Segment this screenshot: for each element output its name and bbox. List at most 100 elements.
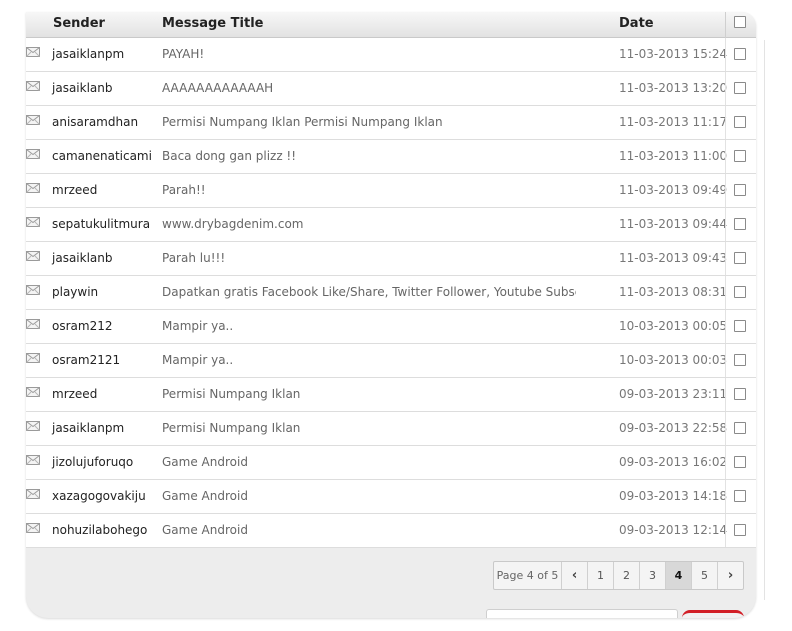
message-title[interactable]: Mampir ya.. [162, 344, 576, 377]
bottom-input-field[interactable] [486, 609, 678, 618]
message-row[interactable]: sepatukulitmura www.drybagdenim.com 11-03-… [26, 208, 756, 242]
next-page-button[interactable]: › [718, 562, 743, 589]
envelope-icon [26, 319, 40, 329]
message-title[interactable]: PAYAH! [162, 38, 576, 71]
envelope-icon [26, 149, 40, 159]
message-date: 11-03-2013 09:49 [619, 183, 728, 197]
message-checkbox[interactable] [734, 218, 746, 230]
message-date: 10-03-2013 00:05 [619, 319, 728, 333]
message-sender[interactable]: sepatukulitmura [52, 208, 150, 241]
message-date: 10-03-2013 00:03 [619, 353, 728, 367]
message-checkbox[interactable] [734, 286, 746, 298]
message-title[interactable]: AAAAAAAAAAAAH [162, 72, 576, 105]
message-sender[interactable]: playwin [52, 276, 98, 309]
bottom-action-button[interactable] [682, 610, 744, 618]
message-row[interactable]: jasaiklanpm Permisi Numpang Iklan 09-03-20… [26, 412, 756, 446]
message-title[interactable]: Parah!! [162, 174, 576, 207]
message-sender[interactable]: camanenaticami [52, 140, 152, 173]
chevron-left-icon: ‹ [571, 568, 578, 583]
column-header-date[interactable]: Date [619, 12, 654, 37]
message-row[interactable]: osram2121 Mampir ya.. 10-03-2013 00:03 [26, 344, 756, 378]
envelope-icon [26, 455, 40, 465]
message-sender[interactable]: jasaiklanpm [52, 38, 124, 71]
message-title[interactable]: Permisi Numpang Iklan [162, 378, 576, 411]
page-button-1[interactable]: 1 [588, 562, 614, 589]
message-checkbox[interactable] [734, 184, 746, 196]
message-sender[interactable]: osram2121 [52, 344, 120, 377]
row-divider [725, 378, 726, 411]
row-divider [725, 310, 726, 343]
envelope-icon [26, 183, 40, 193]
message-checkbox[interactable] [734, 48, 746, 60]
message-date: 09-03-2013 14:18 [619, 489, 728, 503]
message-row[interactable]: osram212 Mampir ya.. 10-03-2013 00:05 [26, 310, 756, 344]
message-checkbox[interactable] [734, 456, 746, 468]
message-row[interactable]: jasaiklanb Parah lu!!! 11-03-2013 09:43 [26, 242, 756, 276]
row-divider [725, 140, 726, 173]
message-row[interactable]: jizolujuforuqo Game Android 09-03-2013 16:… [26, 446, 756, 480]
message-checkbox[interactable] [734, 524, 746, 536]
message-title[interactable]: Permisi Numpang Iklan [162, 412, 576, 445]
message-title[interactable]: Game Android [162, 514, 576, 547]
message-checkbox[interactable] [734, 252, 746, 264]
message-sender[interactable]: mrzeed [52, 174, 97, 207]
envelope-icon [26, 285, 40, 295]
message-row[interactable]: anisaramdhan Permisi Numpang Iklan Permis… [26, 106, 756, 140]
header-divider [725, 12, 726, 38]
message-checkbox[interactable] [734, 150, 746, 162]
message-sender[interactable]: jasaiklanb [52, 242, 113, 275]
envelope-icon [26, 353, 40, 363]
envelope-icon [26, 115, 40, 125]
message-checkbox[interactable] [734, 490, 746, 502]
column-header-title[interactable]: Message Title [162, 12, 263, 37]
message-sender[interactable]: anisaramdhan [52, 106, 138, 139]
message-row[interactable]: mrzeed Parah!! 11-03-2013 09:49 [26, 174, 756, 208]
envelope-icon [26, 251, 40, 261]
message-sender[interactable]: xazagogovakiju [52, 480, 146, 513]
message-checkbox[interactable] [734, 82, 746, 94]
message-title[interactable]: Mampir ya.. [162, 310, 576, 343]
chevron-right-icon: › [727, 568, 734, 583]
message-title[interactable]: www.drybagdenim.com [162, 208, 576, 241]
message-checkbox[interactable] [734, 116, 746, 128]
message-title[interactable]: Baca dong gan plizz !! [162, 140, 576, 173]
message-checkbox[interactable] [734, 422, 746, 434]
message-date: 11-03-2013 09:44 [619, 217, 728, 231]
message-checkbox[interactable] [734, 354, 746, 366]
page-button-4[interactable]: 4 [666, 562, 692, 589]
page-button-2[interactable]: 2 [614, 562, 640, 589]
message-title[interactable]: Game Android [162, 480, 576, 513]
message-sender[interactable]: jasaiklanpm [52, 412, 124, 445]
page-button-5[interactable]: 5 [692, 562, 718, 589]
select-all-checkbox[interactable] [734, 16, 746, 28]
scrollbar-track[interactable] [764, 40, 765, 600]
message-sender[interactable]: nohuzilabohego [52, 514, 147, 547]
message-row[interactable]: camanenaticami Baca dong gan plizz !! 11-0… [26, 140, 756, 174]
message-row[interactable]: xazagogovakiju Game Android 09-03-2013 14:… [26, 480, 756, 514]
message-date: 11-03-2013 11:17 [619, 115, 728, 129]
message-row[interactable]: nohuzilabohego Game Android 09-03-2013 12:… [26, 514, 756, 548]
column-header-sender[interactable]: Sender [53, 12, 105, 37]
message-date: 09-03-2013 12:14 [619, 523, 728, 537]
message-date: 09-03-2013 22:58 [619, 421, 728, 435]
message-sender[interactable]: mrzeed [52, 378, 97, 411]
message-sender[interactable]: osram212 [52, 310, 112, 343]
message-date: 11-03-2013 09:43 [619, 251, 728, 265]
envelope-icon [26, 489, 40, 499]
message-sender[interactable]: jasaiklanb [52, 72, 113, 105]
page-button-3[interactable]: 3 [640, 562, 666, 589]
message-row[interactable]: jasaiklanb AAAAAAAAAAAAH 11-03-2013 13:20 [26, 72, 756, 106]
message-sender[interactable]: jizolujuforuqo [52, 446, 133, 479]
prev-page-button[interactable]: ‹ [562, 562, 588, 589]
envelope-icon [26, 217, 40, 227]
message-title[interactable]: Permisi Numpang Iklan Permisi Numpang Ik… [162, 106, 576, 139]
message-row[interactable]: jasaiklanpm PAYAH! 11-03-2013 15:24 [26, 38, 756, 72]
message-row[interactable]: playwin Dapatkan gratis Facebook Like/Sha… [26, 276, 756, 310]
message-checkbox[interactable] [734, 320, 746, 332]
message-date: 11-03-2013 15:24 [619, 47, 728, 61]
message-title[interactable]: Game Android [162, 446, 576, 479]
message-title[interactable]: Parah lu!!! [162, 242, 576, 275]
message-row[interactable]: mrzeed Permisi Numpang Iklan 09-03-2013 23… [26, 378, 756, 412]
message-checkbox[interactable] [734, 388, 746, 400]
message-title[interactable]: Dapatkan gratis Facebook Like/Share, Twi… [162, 276, 576, 309]
